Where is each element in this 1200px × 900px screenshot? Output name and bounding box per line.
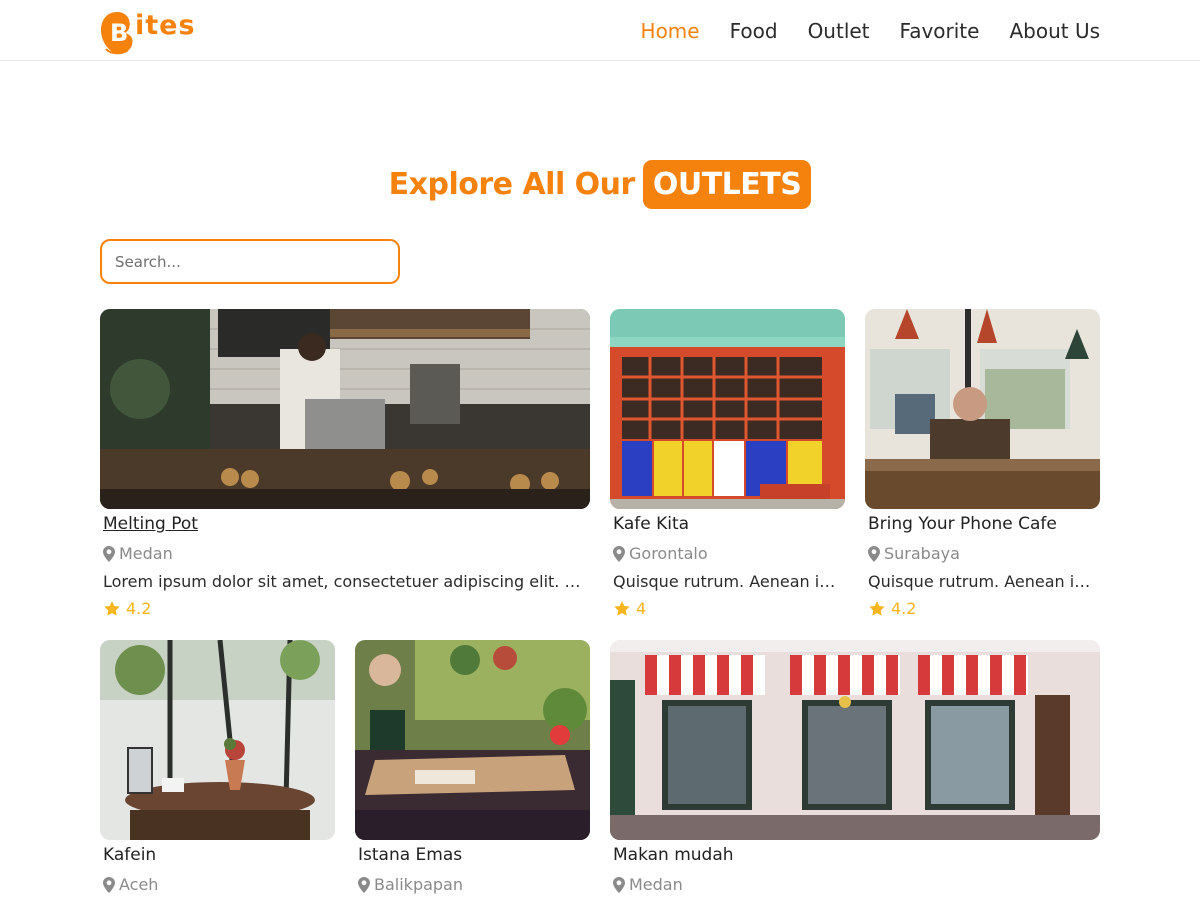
outlet-description: Quisque rutrum. Aenean im... xyxy=(868,572,1100,591)
nav-food[interactable]: Food xyxy=(730,17,778,45)
nav-favorite[interactable]: Favorite xyxy=(900,17,980,45)
outlet-name[interactable]: Kafe Kita xyxy=(613,514,689,534)
outlet-location-text: Surabaya xyxy=(884,544,960,563)
outlet-location-text: Balikpapan xyxy=(374,875,463,894)
star-icon xyxy=(869,600,885,616)
nav-outlet[interactable]: Outlet xyxy=(808,17,870,45)
logo-mark-icon: B xyxy=(100,9,134,55)
outlet-photo[interactable] xyxy=(610,640,1100,840)
outlet-location-text: Aceh xyxy=(119,875,159,894)
map-pin-icon xyxy=(613,876,625,893)
outlet-rating: 4.2 xyxy=(103,599,151,618)
map-pin-icon xyxy=(103,876,115,893)
outlet-location: Medan xyxy=(103,544,173,563)
star-icon xyxy=(614,600,630,616)
outlet-location: Surabaya xyxy=(868,544,960,563)
outlet-rating-value: 4.2 xyxy=(126,599,152,618)
outlet-photo[interactable] xyxy=(610,309,845,509)
outlet-name[interactable]: Bring Your Phone Cafe xyxy=(868,514,1057,534)
outlet-location: Aceh xyxy=(103,875,158,894)
outlet-location: Balikpapan xyxy=(358,875,463,894)
map-pin-icon xyxy=(103,545,115,562)
outlet-photo[interactable] xyxy=(865,309,1100,509)
outlet-location-text: Medan xyxy=(629,875,683,894)
page-title-text: Explore All Our xyxy=(388,167,636,202)
brand-name: ites xyxy=(135,9,196,41)
map-pin-icon xyxy=(358,876,370,893)
search-input[interactable] xyxy=(100,239,400,284)
map-pin-icon xyxy=(868,545,880,562)
outlet-rating: 4.2 xyxy=(868,599,916,618)
outlet-location-text: Gorontalo xyxy=(629,544,708,563)
nav-home[interactable]: Home xyxy=(641,17,700,45)
logo-initial: B xyxy=(110,19,128,47)
outlet-description: Lorem ipsum dolor sit amet, consectetuer… xyxy=(103,572,587,591)
nav-about-us[interactable]: About Us xyxy=(1009,17,1100,45)
outlet-location: Medan xyxy=(613,875,683,894)
outlet-rating-value: 4.2 xyxy=(891,599,917,618)
outlet-description: Quisque rutrum. Aenean im... xyxy=(613,572,845,591)
outlet-name[interactable]: Kafein xyxy=(103,845,156,865)
outlet-photo[interactable] xyxy=(100,309,590,509)
outlet-location: Gorontalo xyxy=(613,544,708,563)
outlet-name[interactable]: Melting Pot xyxy=(103,514,198,534)
brand-logo[interactable]: B ites xyxy=(100,6,196,55)
outlet-rating: 4 xyxy=(613,599,646,618)
outlet-photo[interactable] xyxy=(355,640,590,840)
outlet-photo[interactable] xyxy=(100,640,335,840)
site-header: B ites Home Food Outlet Favorite About U… xyxy=(0,0,1200,61)
outlet-location-text: Medan xyxy=(119,544,173,563)
main-nav: Home Food Outlet Favorite About Us xyxy=(641,17,1100,45)
outlet-name[interactable]: Makan mudah xyxy=(613,845,734,865)
outlet-rating-value: 4 xyxy=(636,599,647,618)
page-title-highlight: OUTLETS xyxy=(642,160,812,209)
map-pin-icon xyxy=(613,545,625,562)
star-icon xyxy=(104,600,120,616)
page-title: Explore All Our OUTLETS xyxy=(0,160,1200,209)
outlet-name[interactable]: Istana Emas xyxy=(358,845,462,865)
